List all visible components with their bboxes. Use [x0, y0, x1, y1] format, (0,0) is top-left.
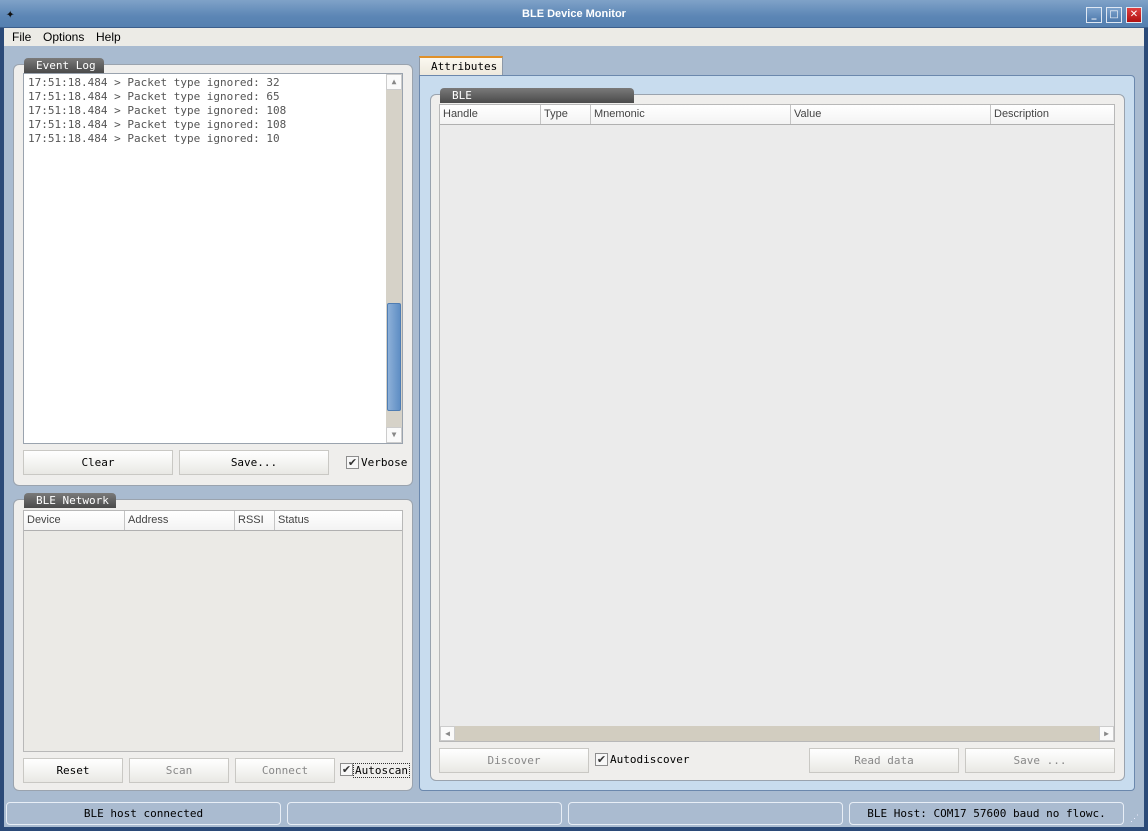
status-segment-3	[568, 802, 843, 825]
minimize-button[interactable]: _	[1086, 7, 1102, 23]
horizontal-scrollbar[interactable]: ◀ ▶	[440, 726, 1114, 741]
scroll-down-icon[interactable]: ▼	[386, 427, 402, 443]
read-data-button[interactable]: Read data	[809, 748, 959, 773]
scroll-left-icon[interactable]: ◀	[440, 726, 455, 741]
menu-options[interactable]: Options	[43, 30, 84, 44]
menu-help[interactable]: Help	[96, 30, 121, 44]
window-title: BLE Device Monitor	[522, 8, 626, 20]
scroll-right-icon[interactable]: ▶	[1099, 726, 1114, 741]
clear-button[interactable]: Clear	[23, 450, 173, 475]
log-line: 17:51:18.484 > Packet type ignored: 10	[28, 132, 280, 145]
log-line: 17:51:18.484 > Packet type ignored: 65	[28, 90, 280, 103]
column-description[interactable]: Description	[991, 105, 1114, 124]
maximize-button[interactable]: □	[1106, 7, 1122, 23]
verbose-label: Verbose	[361, 456, 408, 469]
menu-bar: File Options Help	[4, 28, 1144, 46]
save-attributes-button[interactable]: Save ...	[965, 748, 1115, 773]
status-connection: BLE host connected	[6, 802, 281, 825]
column-status[interactable]: Status	[275, 511, 402, 530]
column-device[interactable]: Device	[24, 511, 125, 530]
save-log-button[interactable]: Save...	[179, 450, 329, 475]
scroll-up-icon[interactable]: ▲	[386, 74, 402, 90]
status-host-port: BLE Host: COM17 57600 baud no flowc.	[849, 802, 1124, 825]
tab-attributes[interactable]: Attributes	[419, 56, 503, 76]
column-handle[interactable]: Handle	[440, 105, 541, 124]
scan-button[interactable]: Scan	[129, 758, 229, 783]
services-title: BLE Services/Characteristics	[440, 88, 634, 117]
discover-button[interactable]: Discover	[439, 748, 589, 773]
resize-grip-icon[interactable]: ⋰	[1130, 813, 1142, 825]
reset-button[interactable]: Reset	[23, 758, 123, 783]
column-rssi[interactable]: RSSI	[235, 511, 275, 530]
log-line: 17:51:18.484 > Packet type ignored: 108	[28, 104, 287, 117]
log-line: 17:51:18.484 > Packet type ignored: 108	[28, 118, 287, 131]
attributes-table-header: Handle Type Mnemonic Value Description	[440, 105, 1114, 125]
log-line: 17:51:18.484 > Packet type ignored: 32	[28, 76, 280, 89]
title-bar: ✦ BLE Device Monitor _ □ ✕	[0, 0, 1148, 28]
autoscan-checkbox[interactable]: ✔	[340, 763, 353, 776]
attributes-table[interactable]: Handle Type Mnemonic Value Description ◀…	[439, 104, 1115, 742]
verbose-checkbox[interactable]: ✔	[346, 456, 359, 469]
autodiscover-label: Autodiscover	[610, 753, 690, 766]
log-scrollbar[interactable]: ▲ ▼	[386, 74, 402, 443]
autoscan-label: Autoscan	[353, 763, 410, 778]
ble-network-title: BLE Network	[24, 493, 116, 508]
event-log-text[interactable]: 17:51:18.484 > Packet type ignored: 32 1…	[23, 73, 403, 444]
device-table[interactable]: Device Address RSSI Status	[23, 510, 403, 752]
column-value[interactable]: Value	[791, 105, 991, 124]
status-segment-2	[287, 802, 562, 825]
event-log-title: Event Log	[24, 58, 104, 73]
device-table-header: Device Address RSSI Status	[24, 511, 402, 531]
scroll-thumb[interactable]	[387, 303, 401, 411]
autodiscover-checkbox[interactable]: ✔	[595, 753, 608, 766]
column-address[interactable]: Address	[125, 511, 235, 530]
connect-button[interactable]: Connect	[235, 758, 335, 783]
menu-file[interactable]: File	[12, 30, 31, 44]
column-mnemonic[interactable]: Mnemonic	[591, 105, 791, 124]
close-button[interactable]: ✕	[1126, 7, 1142, 23]
column-type[interactable]: Type	[541, 105, 591, 124]
